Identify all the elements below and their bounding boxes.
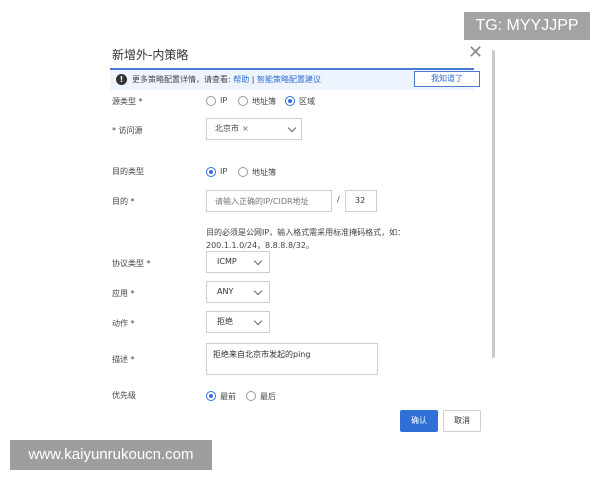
- exclamation-icon: !: [116, 74, 127, 85]
- smart-suggest-link[interactable]: 智能策略配置建议: [257, 75, 321, 84]
- region-chip: 北京市 ×: [215, 124, 249, 133]
- priority-label: 优先级: [112, 391, 136, 400]
- close-icon[interactable]: ✕: [468, 42, 483, 63]
- source-type-label: 源类型 *: [112, 97, 143, 106]
- visit-source-select[interactable]: 北京市 ×: [206, 118, 302, 140]
- protocol-select[interactable]: ICMP: [206, 251, 270, 273]
- chevron-down-icon: [287, 123, 297, 133]
- visit-source-label: * 访问源: [112, 126, 143, 135]
- priority-radio-last[interactable]: [246, 391, 256, 401]
- description-textarea[interactable]: 拒绝来自北京市发起的ping: [206, 343, 378, 375]
- dialog-title: 新增外-内策略: [112, 48, 189, 62]
- destination-label: 目的 *: [112, 197, 135, 206]
- source-type-option-addressbook: 地址簿: [252, 97, 276, 106]
- priority-option-last: 最后: [260, 392, 276, 401]
- source-type-radio-ip[interactable]: [206, 96, 216, 106]
- dest-type-option-addressbook: 地址簿: [252, 168, 276, 177]
- dest-type-label: 目的类型: [112, 167, 144, 176]
- chevron-down-icon: [253, 256, 263, 266]
- chip-close-icon[interactable]: ×: [242, 124, 249, 133]
- dest-type-option-ip: IP: [220, 167, 228, 176]
- dest-type-radio-addressbook[interactable]: [238, 167, 248, 177]
- mask-input[interactable]: 32: [345, 190, 377, 212]
- watermark-tg: TG: MYYJJPP: [464, 12, 590, 40]
- description-label: 描述 *: [112, 355, 135, 364]
- new-policy-dialog: 新增外-内策略 ✕ ! 更多策略配置详情，请查看: 帮助 | 智能策略配置建议 …: [100, 38, 498, 438]
- dialog-scrollbar[interactable]: [492, 50, 495, 358]
- destination-ip-input[interactable]: [206, 190, 332, 212]
- info-banner-text: 更多策略配置详情，请查看: 帮助 | 智能策略配置建议: [132, 75, 322, 84]
- protocol-label: 协议类型 *: [112, 259, 151, 268]
- cidr-slash: /: [337, 195, 340, 204]
- action-select[interactable]: 拒绝: [206, 311, 270, 333]
- source-type-option-region: 区域: [299, 97, 315, 106]
- source-type-radio-addressbook[interactable]: [238, 96, 248, 106]
- chevron-down-icon: [253, 316, 263, 326]
- destination-hint: 目的必须是公网IP，输入格式需采用标准掩码格式，如： 200.1.1.0/24，…: [206, 228, 406, 250]
- priority-option-first: 最前: [220, 392, 236, 401]
- info-banner: ! 更多策略配置详情，请查看: 帮助 | 智能策略配置建议 我知道了: [110, 68, 480, 90]
- priority-radio-first[interactable]: [206, 391, 216, 401]
- application-label: 应用 *: [112, 289, 135, 298]
- action-label: 动作 *: [112, 319, 135, 328]
- watermark-url: www.kaiyunrukoucn.com: [10, 440, 212, 470]
- source-type-option-ip: IP: [220, 96, 228, 105]
- application-select[interactable]: ANY: [206, 281, 270, 303]
- dest-type-radio-ip[interactable]: [206, 167, 216, 177]
- cancel-button[interactable]: 取消: [443, 410, 481, 432]
- help-link[interactable]: 帮助: [233, 75, 249, 84]
- confirm-button[interactable]: 确认: [400, 410, 438, 432]
- source-type-radio-region[interactable]: [285, 96, 295, 106]
- chevron-down-icon: [253, 286, 263, 296]
- got-it-button[interactable]: 我知道了: [414, 71, 480, 87]
